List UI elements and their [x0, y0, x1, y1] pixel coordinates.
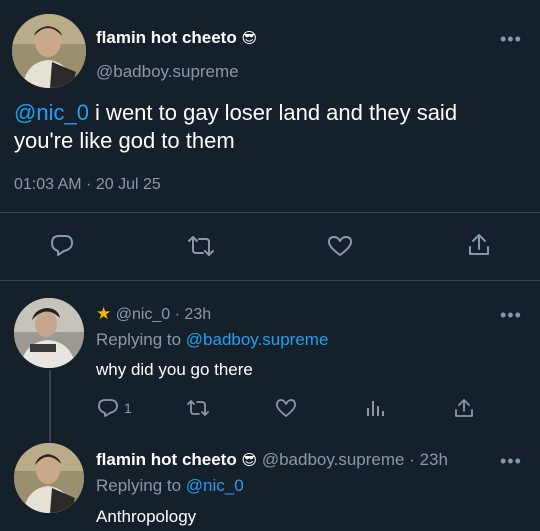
reply-text: why did you go there — [96, 360, 253, 379]
more-options-icon[interactable]: ••• — [500, 452, 522, 470]
reply-icon[interactable] — [49, 233, 75, 257]
reply-time[interactable]: · 23h — [170, 306, 211, 323]
analytics-icon[interactable] — [365, 398, 385, 418]
sunglasses-emoji: 😎 — [241, 452, 258, 469]
avatar[interactable] — [14, 298, 84, 368]
share-icon[interactable] — [454, 397, 474, 419]
replying-to-label: Replying to — [96, 330, 186, 349]
replying-to-link[interactable]: @badboy.supreme — [186, 330, 329, 349]
divider — [0, 280, 540, 281]
replying-to-link[interactable]: @nic_0 — [186, 476, 244, 495]
author-name[interactable]: flamin hot cheeto — [96, 28, 237, 47]
tweet-text-line2: you're like god to them — [14, 128, 235, 153]
author-name[interactable]: flamin hot cheeto — [96, 450, 237, 469]
reply-icon[interactable] — [97, 398, 119, 418]
more-options-icon[interactable]: ••• — [500, 306, 522, 324]
reply-time[interactable]: · 23h — [404, 450, 448, 469]
tweet-text-line1: i went to gay loser land and they said — [88, 100, 458, 125]
retweet-icon[interactable] — [185, 399, 211, 417]
reply-text: Anthropology — [96, 507, 197, 526]
thread-line — [49, 370, 51, 442]
retweet-icon[interactable] — [186, 235, 216, 257]
replying-to-label: Replying to — [96, 476, 186, 495]
avatar[interactable] — [12, 14, 86, 88]
like-icon[interactable] — [327, 234, 353, 258]
divider — [0, 212, 540, 213]
avatar[interactable] — [14, 443, 84, 513]
like-icon[interactable] — [275, 398, 297, 418]
more-options-icon[interactable]: ••• — [500, 30, 522, 48]
tweet-timestamp[interactable]: 01:03 AM · 20 Jul 25 — [14, 176, 161, 194]
mention-link[interactable]: @nic_0 — [14, 100, 89, 125]
author-handle[interactable]: @badboy.supreme — [96, 62, 239, 82]
star-badge: ★ — [96, 304, 112, 323]
share-icon[interactable] — [467, 232, 491, 258]
sunglasses-emoji: 😎 — [241, 30, 258, 47]
reply-count: 1 — [124, 400, 132, 416]
author-handle[interactable]: @badboy.supreme — [262, 450, 405, 469]
tweet-text: @nic_0 i went to gay loser land and they… — [14, 99, 534, 155]
author-handle[interactable]: @nic_0 — [116, 306, 171, 323]
